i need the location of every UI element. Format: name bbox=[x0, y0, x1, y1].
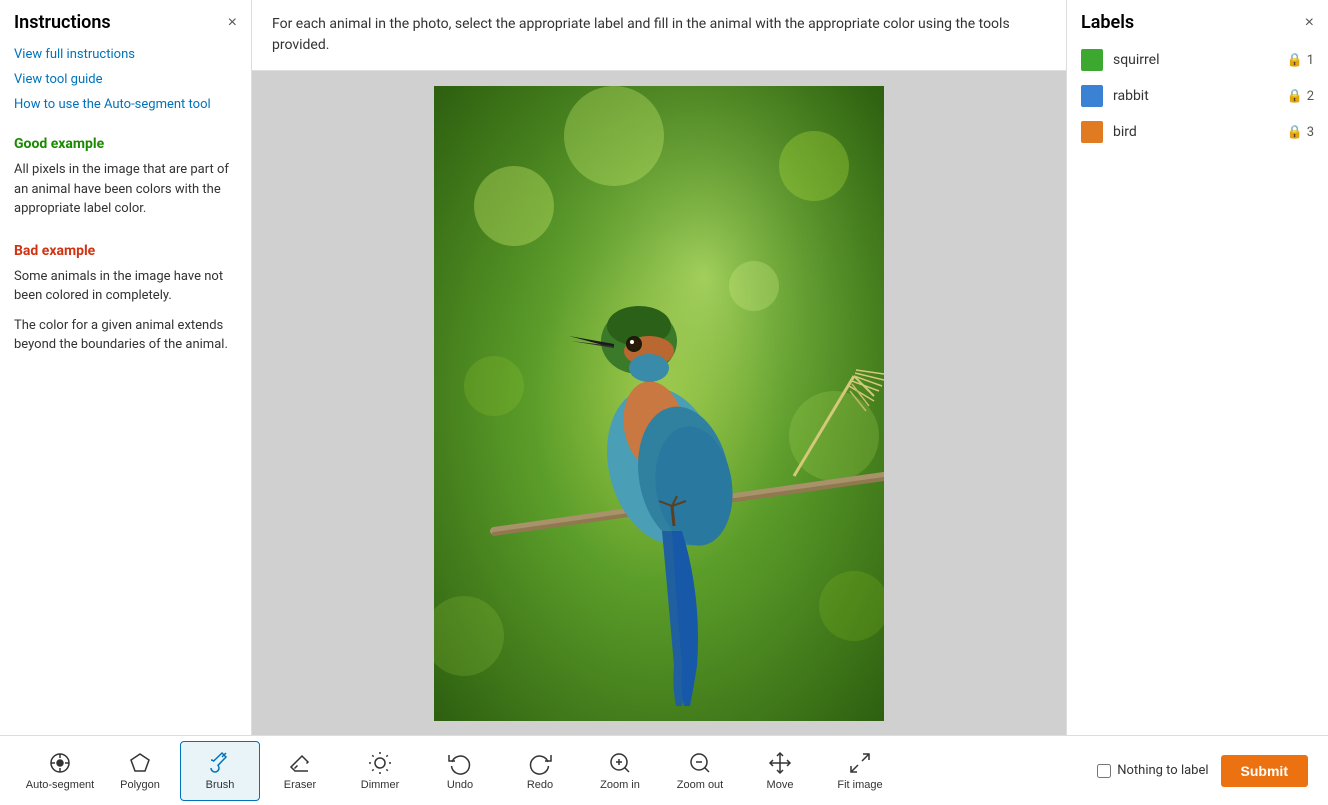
polygon-tool[interactable]: Polygon bbox=[100, 741, 180, 801]
rabbit-color-swatch bbox=[1081, 85, 1103, 107]
rabbit-count: 🔒 2 bbox=[1287, 89, 1315, 104]
labels-close-button[interactable]: × bbox=[1305, 15, 1314, 31]
redo-label: Redo bbox=[527, 779, 553, 791]
instruction-text: For each animal in the photo, select the… bbox=[272, 16, 1010, 53]
labels-header: Labels × bbox=[1081, 12, 1314, 33]
auto-segment-label: Auto-segment bbox=[26, 779, 94, 791]
fit-image-icon bbox=[848, 751, 872, 775]
center-panel: For each animal in the photo, select the… bbox=[252, 0, 1066, 735]
nothing-to-label-text: Nothing to label bbox=[1117, 763, 1208, 778]
label-bird[interactable]: bird 🔒 3 bbox=[1081, 121, 1314, 143]
brush-icon bbox=[208, 751, 232, 775]
labels-panel: Labels × squirrel 🔒 1 rabbit 🔒 2 bird 🔒 bbox=[1066, 0, 1328, 735]
zoom-out-tool[interactable]: Zoom out bbox=[660, 741, 740, 801]
zoom-in-tool[interactable]: Zoom in bbox=[580, 741, 660, 801]
rabbit-count-number: 2 bbox=[1307, 89, 1314, 104]
auto-segment-tool[interactable]: Auto-segment bbox=[20, 741, 100, 801]
label-rabbit[interactable]: rabbit 🔒 2 bbox=[1081, 85, 1314, 107]
eraser-icon bbox=[288, 751, 312, 775]
zoom-in-icon bbox=[608, 751, 632, 775]
bird-label-name: bird bbox=[1113, 124, 1277, 140]
squirrel-count: 🔒 1 bbox=[1287, 53, 1315, 68]
tool-items: Auto-segment Polygon Brush Eraser bbox=[20, 741, 1097, 801]
polygon-icon bbox=[128, 751, 152, 775]
image-area[interactable] bbox=[252, 71, 1066, 735]
eraser-label: Eraser bbox=[284, 779, 316, 791]
zoom-out-label: Zoom out bbox=[677, 779, 723, 791]
bad-example-text-1: Some animals in the image have not been … bbox=[14, 267, 237, 306]
zoom-out-icon bbox=[688, 751, 712, 775]
zoom-in-label: Zoom in bbox=[600, 779, 640, 791]
undo-tool[interactable]: Undo bbox=[420, 741, 500, 801]
instruction-bar: For each animal in the photo, select the… bbox=[252, 0, 1066, 71]
fit-image-tool[interactable]: Fit image bbox=[820, 741, 900, 801]
redo-icon bbox=[528, 751, 552, 775]
instructions-panel: Instructions × View full instructions Vi… bbox=[0, 0, 252, 735]
nothing-to-label-checkbox-container[interactable]: Nothing to label bbox=[1097, 763, 1208, 778]
instructions-header: Instructions × bbox=[14, 12, 237, 33]
bad-example-title: Bad example bbox=[14, 243, 237, 259]
bird-image bbox=[434, 86, 884, 721]
view-tool-guide-link[interactable]: View tool guide bbox=[14, 72, 237, 87]
bottom-toolbar: Auto-segment Polygon Brush Eraser bbox=[0, 735, 1328, 805]
auto-segment-guide-link[interactable]: How to use the Auto-segment tool bbox=[14, 97, 237, 112]
auto-segment-icon bbox=[48, 751, 72, 775]
instructions-close-button[interactable]: × bbox=[228, 15, 237, 31]
rabbit-lock-icon: 🔒 bbox=[1287, 89, 1303, 104]
bad-example-text-2: The color for a given animal extends bey… bbox=[14, 316, 237, 355]
label-squirrel[interactable]: squirrel 🔒 1 bbox=[1081, 49, 1314, 71]
toolbar-right: Nothing to label Submit bbox=[1097, 755, 1308, 787]
squirrel-color-swatch bbox=[1081, 49, 1103, 71]
squirrel-lock-icon: 🔒 bbox=[1287, 53, 1303, 68]
squirrel-label-name: squirrel bbox=[1113, 52, 1277, 68]
polygon-label: Polygon bbox=[120, 779, 160, 791]
dimmer-icon bbox=[368, 751, 392, 775]
redo-tool[interactable]: Redo bbox=[500, 741, 580, 801]
dimmer-tool[interactable]: Dimmer bbox=[340, 741, 420, 801]
move-tool[interactable]: Move bbox=[740, 741, 820, 801]
bird-count-number: 3 bbox=[1307, 125, 1314, 140]
view-full-instructions-link[interactable]: View full instructions bbox=[14, 47, 237, 62]
undo-label: Undo bbox=[447, 779, 473, 791]
bird-color-swatch bbox=[1081, 121, 1103, 143]
brush-tool[interactable]: Brush bbox=[180, 741, 260, 801]
submit-button[interactable]: Submit bbox=[1221, 755, 1308, 787]
squirrel-count-number: 1 bbox=[1307, 53, 1314, 68]
labels-title: Labels bbox=[1081, 12, 1134, 33]
eraser-tool[interactable]: Eraser bbox=[260, 741, 340, 801]
good-example-title: Good example bbox=[14, 136, 237, 152]
undo-icon bbox=[448, 751, 472, 775]
instructions-title: Instructions bbox=[14, 12, 111, 33]
nothing-to-label-checkbox[interactable] bbox=[1097, 764, 1111, 778]
move-label: Move bbox=[767, 779, 794, 791]
good-example-text: All pixels in the image that are part of… bbox=[14, 160, 237, 219]
dimmer-label: Dimmer bbox=[361, 779, 400, 791]
bird-lock-icon: 🔒 bbox=[1287, 125, 1303, 140]
move-icon bbox=[768, 751, 792, 775]
rabbit-label-name: rabbit bbox=[1113, 88, 1277, 104]
brush-label: Brush bbox=[206, 779, 235, 791]
bird-count: 🔒 3 bbox=[1287, 125, 1315, 140]
fit-image-label: Fit image bbox=[837, 779, 882, 791]
